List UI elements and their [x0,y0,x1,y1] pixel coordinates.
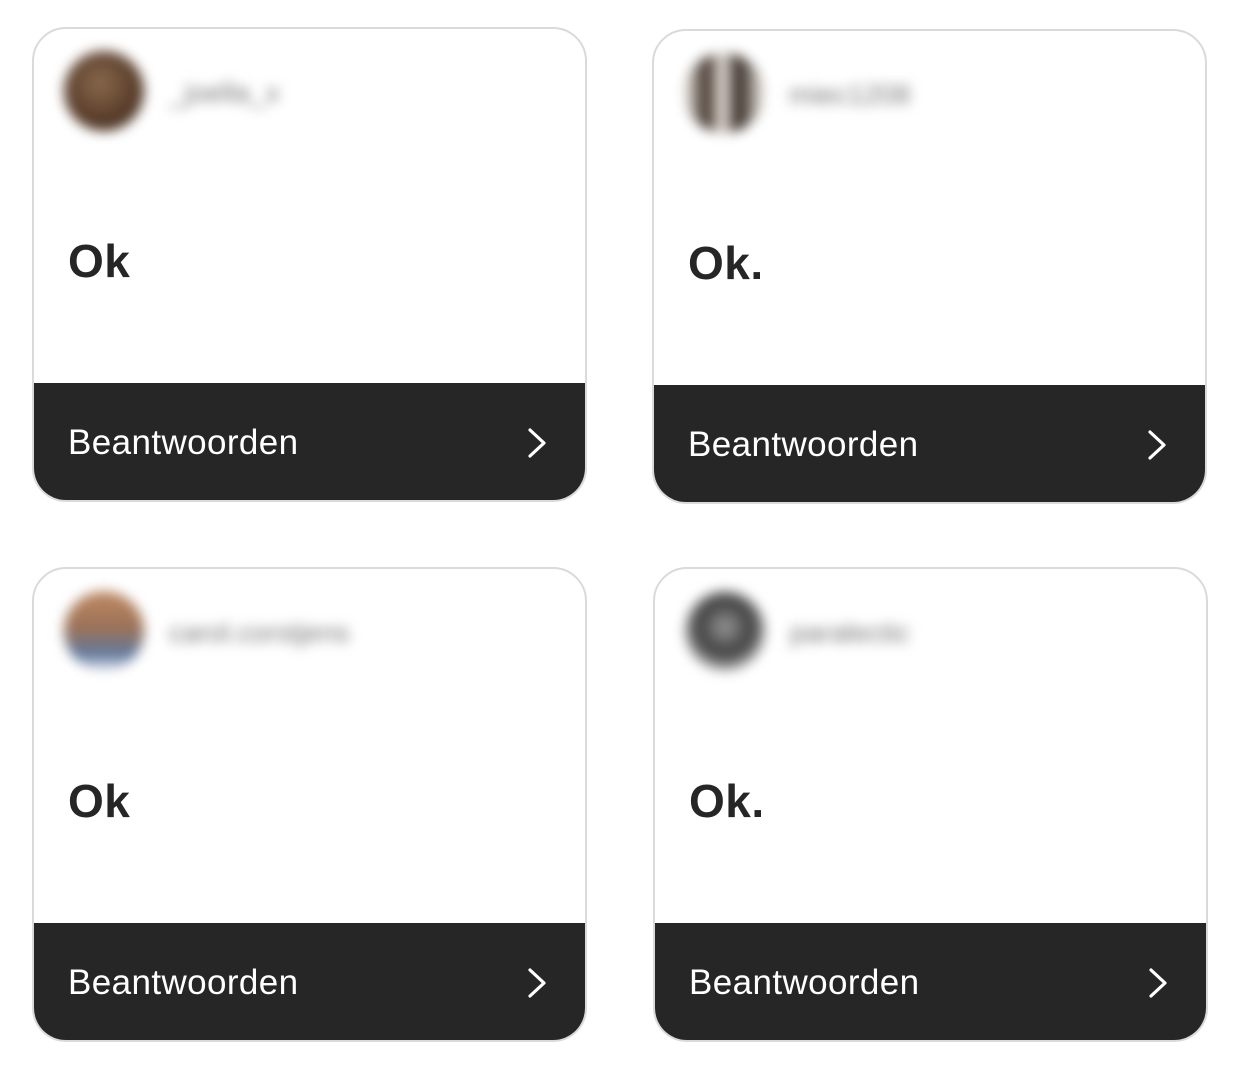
reply-button[interactable]: Beantwoorden [654,385,1205,502]
reply-card: miec1208 Ok. Beantwoorden [652,29,1207,504]
message-text: Ok. [688,237,764,289]
message-text: Ok [68,775,131,827]
reply-button[interactable]: Beantwoorden [34,383,585,500]
card-header: carol.corstjens [34,569,585,699]
reply-card: paralectic Ok. Beantwoorden [653,567,1208,1042]
username[interactable]: miec1208 [789,79,910,111]
reply-button-label: Beantwoorden [68,423,299,462]
reply-button[interactable]: Beantwoorden [655,923,1206,1040]
avatar[interactable] [64,51,144,131]
chevron-right-icon [528,968,546,998]
message-text: Ok [68,235,131,287]
chevron-right-icon [528,428,546,458]
reply-button-label: Beantwoorden [689,963,920,1002]
message-text: Ok. [689,775,765,827]
avatar[interactable] [685,591,765,671]
reply-button-label: Beantwoorden [688,425,919,464]
username[interactable]: paralectic [790,617,910,649]
avatar[interactable] [684,53,764,133]
reply-button-label: Beantwoorden [68,963,299,1002]
card-header: miec1208 [654,31,1205,161]
avatar[interactable] [64,591,144,671]
reply-card: carol.corstjens Ok Beantwoorden [32,567,587,1042]
chevron-right-icon [1149,968,1167,998]
chevron-right-icon [1148,430,1166,460]
username[interactable]: carol.corstjens [169,617,350,649]
card-header: paralectic [655,569,1206,699]
card-header: _joella_x [34,29,585,159]
username[interactable]: _joella_x [169,77,280,109]
reply-card: _joella_x Ok Beantwoorden [32,27,587,502]
reply-button[interactable]: Beantwoorden [34,923,585,1040]
